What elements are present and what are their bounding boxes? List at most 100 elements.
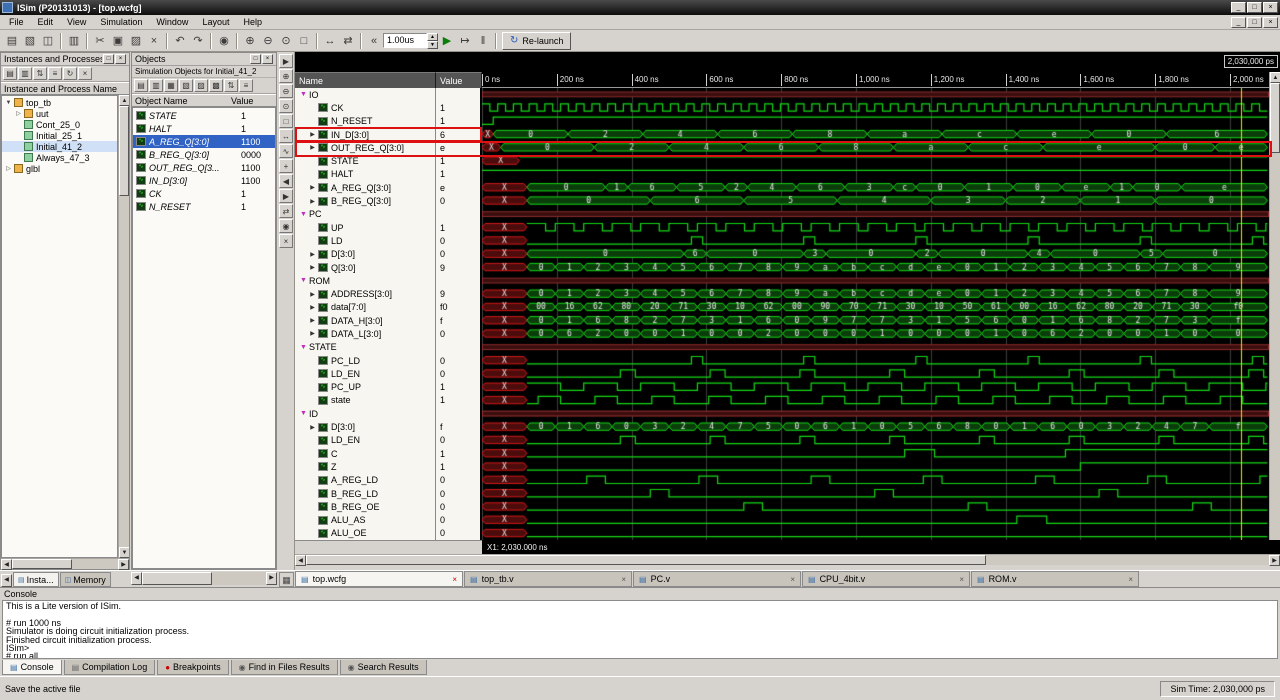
wave-ruler[interactable]: 0 ns 200 ns 400 ns 600 ns 800 ns 1,000 ns 1,20…	[482, 72, 1269, 88]
print-icon[interactable]: ▥	[65, 32, 83, 50]
wave-signal-name-in-d-3-0[interactable]: ▶ ∿ IN_D[3:0]	[295, 128, 435, 141]
menu-item-edit[interactable]: Edit	[31, 16, 61, 28]
instance-tree-item-uut[interactable]: ▷ uut	[2, 108, 117, 119]
objects-panel-title-bar[interactable]: Objects □ ×	[132, 53, 276, 66]
wave-signal-name-pc[interactable]: ▼ PC	[295, 208, 435, 221]
expander-icon[interactable]: ▷	[14, 110, 23, 117]
marker-add-icon[interactable]: +	[279, 159, 293, 173]
wave-signal-name-io[interactable]: ▼ IO	[295, 88, 435, 101]
instance-tree-item-cont-25-0[interactable]: Cont_25_0	[2, 119, 117, 130]
wave-signal-name-data-h-3-0[interactable]: ▶ ∿ DATA_H[3:0]	[295, 314, 435, 327]
bus-expand-icon[interactable]: ▶	[308, 184, 317, 191]
wave-signal-name-state[interactable]: ∿ state	[295, 394, 435, 407]
bus-expand-icon[interactable]: ▶	[308, 144, 317, 151]
measure-icon[interactable]: ⇄	[279, 204, 293, 218]
child-minimize-button[interactable]: _	[1231, 16, 1246, 28]
zoom-full-icon[interactable]: ⊙	[277, 32, 295, 50]
wave-name-column-header[interactable]: Name	[295, 72, 436, 88]
close-button[interactable]: ×	[1263, 2, 1278, 13]
instance-tree-item-initial-25-1[interactable]: Initial_25_1	[2, 130, 117, 141]
paste-icon[interactable]: ▨	[127, 32, 145, 50]
object-row-b-reg-q-3-0[interactable]: ∿ B_REG_Q[3:0] 0000	[133, 148, 275, 161]
pointer-icon[interactable]: ▶	[279, 54, 293, 68]
panel-tab-memory[interactable]: ◫ Memory	[59, 572, 111, 587]
wave-signal-name-n-reset[interactable]: ∿ N_RESET	[295, 115, 435, 128]
show-constants-icon[interactable]: ▨	[194, 79, 208, 92]
instances-vscrollbar[interactable]: ▲ ▼	[118, 95, 129, 558]
run-duration-stepper-up-icon[interactable]: ▲	[427, 33, 438, 41]
group-collapse-icon[interactable]: ▼	[298, 211, 309, 218]
save-icon[interactable]: ◫	[39, 32, 57, 50]
zoom-out-icon[interactable]: ⊖	[259, 32, 277, 50]
menu-item-file[interactable]: File	[2, 16, 31, 28]
menu-item-view[interactable]: View	[60, 16, 93, 28]
instance-tree-item-always-47-3[interactable]: Always_47_3	[2, 152, 117, 163]
expander-icon[interactable]: ▷	[4, 165, 13, 172]
instances-hscroll-track[interactable]	[12, 559, 118, 569]
scroll-right-icon[interactable]: ▶	[118, 559, 129, 570]
swap-icon[interactable]: ⇄	[339, 32, 357, 50]
refresh-icon[interactable]: ↻	[63, 67, 77, 80]
editor-grid-icon[interactable]: ▦	[279, 572, 294, 587]
snap-icon[interactable]: ∿	[279, 144, 293, 158]
expand-all-icon[interactable]: ▤	[3, 67, 17, 80]
bus-expand-icon[interactable]: ▶	[308, 317, 317, 324]
group-collapse-icon[interactable]: ▼	[298, 277, 309, 284]
collapse-all-icon[interactable]: ▥	[18, 67, 32, 80]
run-duration-stepper-down-icon[interactable]: ▼	[427, 41, 438, 49]
run-duration-stepper[interactable]: ▲ ▼	[427, 33, 438, 49]
relaunch-button[interactable]: ↻ Re-launch	[502, 31, 572, 50]
wave-signal-name-d-3-0[interactable]: ▶ ∿ D[3:0]	[295, 248, 435, 261]
zoom-in-icon[interactable]: ⊕	[279, 69, 293, 83]
instances-hscroll-thumb[interactable]	[12, 559, 72, 569]
minimize-button[interactable]: _	[1231, 2, 1246, 13]
panel-tab-insta[interactable]: ▤ Insta...	[13, 572, 59, 587]
editor-tab-top-wcfg[interactable]: ▤ top.wcfg ×	[295, 571, 463, 587]
wave-signal-name-pc-ld[interactable]: ∿ PC_LD	[295, 354, 435, 367]
pan-icon[interactable]: ↔	[279, 129, 293, 143]
object-row-a-reg-q-3-0[interactable]: ∿ A_REG_Q[3:0] 1100	[133, 135, 275, 148]
dock-tab-compilation-log[interactable]: ▤ Compilation Log	[63, 660, 156, 675]
bus-expand-icon[interactable]: ▶	[308, 330, 317, 337]
wave-signal-name-q-3-0[interactable]: ▶ ∿ Q[3:0]	[295, 261, 435, 274]
wave-signal-name-halt[interactable]: ∿ HALT	[295, 168, 435, 181]
instances-vscroll-thumb[interactable]	[119, 106, 129, 196]
wave-signal-name-ld-en[interactable]: ∿ LD_EN	[295, 367, 435, 380]
group-collapse-icon[interactable]: ▼	[298, 344, 309, 351]
close-tab-icon[interactable]: ×	[1128, 575, 1133, 584]
wave-hscrollbar[interactable]: ◀ ▶	[295, 554, 1280, 566]
child-close-button[interactable]: ×	[1263, 16, 1278, 28]
wave-hscroll-track[interactable]	[306, 555, 1269, 565]
dock-tab-search-results[interactable]: ◉ Search Results	[339, 660, 427, 675]
find-icon[interactable]: ◉	[215, 32, 233, 50]
wave-signal-name-c[interactable]: ∿ C	[295, 447, 435, 460]
wave-vscroll-track[interactable]	[1270, 83, 1280, 543]
menu-item-help[interactable]: Help	[236, 16, 269, 28]
sort-icon[interactable]: ⇅	[224, 79, 238, 92]
bus-expand-icon[interactable]: ▶	[308, 131, 317, 138]
instance-tree-item-initial-41-2[interactable]: Initial_41_2	[2, 141, 117, 152]
tab-scroll-left-icon[interactable]: ◀	[1, 574, 12, 587]
panel-float-button[interactable]: □	[103, 54, 114, 64]
zoom-area-icon[interactable]: □	[295, 32, 313, 50]
wave-signal-name-address-3-0[interactable]: ▶ ∿ ADDRESS[3:0]	[295, 287, 435, 300]
dock-tab-breakpoints[interactable]: ● Breakpoints	[157, 660, 229, 675]
object-row-state[interactable]: ∿ STATE 1	[133, 109, 275, 122]
filter-icon[interactable]: ≡	[48, 67, 62, 80]
copy-icon[interactable]: ▣	[109, 32, 127, 50]
cut-icon[interactable]: ✂	[91, 32, 109, 50]
object-row-out-reg-q-3[interactable]: ∿ OUT_REG_Q[3... 1100	[133, 161, 275, 174]
sort-icon[interactable]: ⇅	[33, 67, 47, 80]
panel-close-button[interactable]: ×	[262, 54, 273, 64]
open-file-icon[interactable]: ▧	[21, 32, 39, 50]
wave-vscrollbar[interactable]: ▲ ▼	[1269, 72, 1280, 554]
wave-signal-name-state[interactable]: ∿ STATE	[295, 154, 435, 167]
delete-icon[interactable]: ×	[145, 32, 163, 50]
group-collapse-icon[interactable]: ▼	[298, 91, 309, 98]
wave-signal-name-out-reg-q-3-0[interactable]: ▶ ∿ OUT_REG_Q[3:0]	[295, 141, 435, 154]
title-bar[interactable]: ISim (P20131013) - [top.wcfg] _ □ ×	[0, 0, 1280, 15]
object-row-in-d-3-0[interactable]: ∿ IN_D[3:0] 1100	[133, 174, 275, 187]
close-tab-icon[interactable]: ×	[790, 575, 795, 584]
editor-tab-pc-v[interactable]: ▤ PC.v ×	[633, 571, 801, 587]
zoom-fit-icon[interactable]: ⊙	[279, 99, 293, 113]
